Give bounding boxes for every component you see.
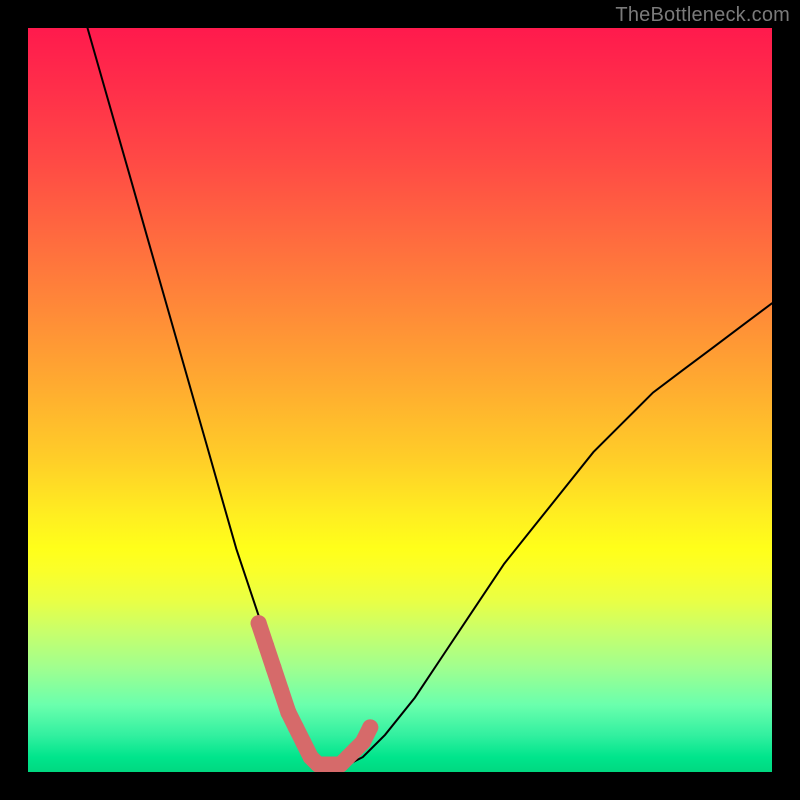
marker-endcap bbox=[362, 719, 378, 735]
marker-endcap bbox=[251, 615, 267, 631]
curve-svg bbox=[28, 28, 772, 772]
marker-group bbox=[251, 615, 379, 764]
watermark-text: TheBottleneck.com bbox=[615, 4, 790, 27]
chart-frame: TheBottleneck.com bbox=[0, 0, 800, 800]
plot-area bbox=[28, 28, 772, 772]
bottleneck-curve bbox=[88, 28, 773, 765]
